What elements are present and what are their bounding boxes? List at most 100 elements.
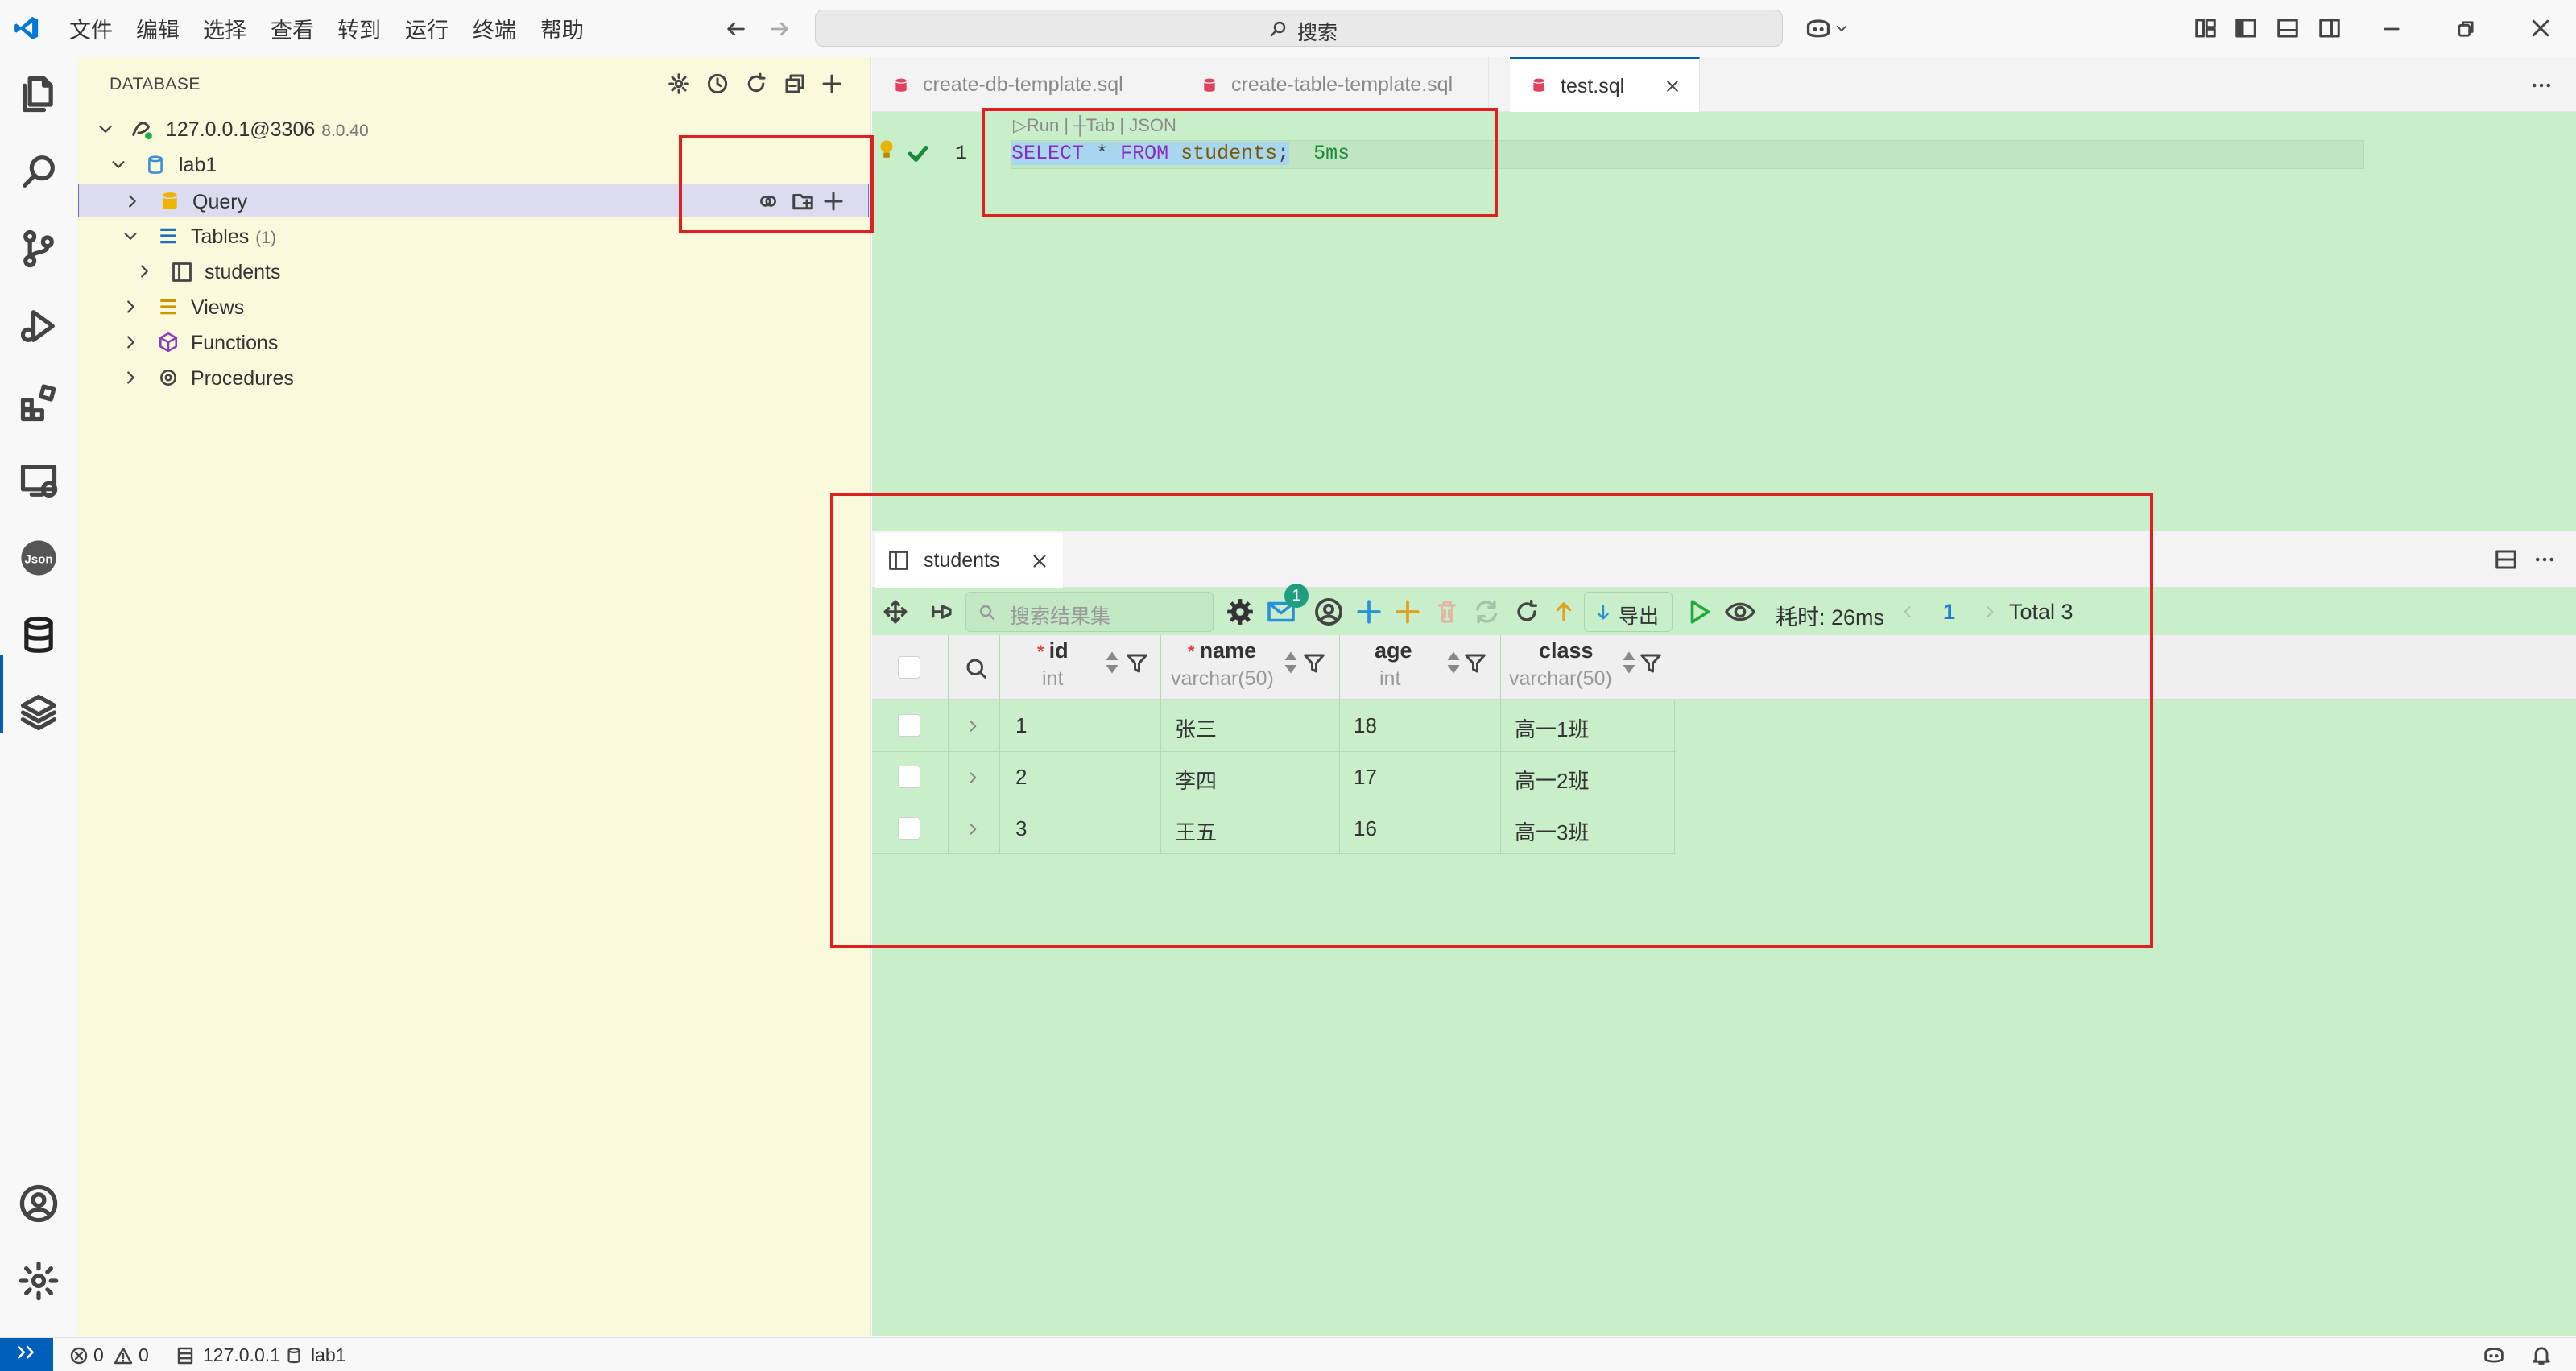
chevron-down-icon <box>124 233 137 240</box>
search-view-icon[interactable] <box>18 151 60 192</box>
accounts-icon[interactable] <box>18 1183 60 1224</box>
toggle-primary-sidebar-icon[interactable] <box>2234 16 2258 40</box>
menu-selection[interactable]: 选择 <box>203 13 246 44</box>
search-icon <box>1270 21 1286 37</box>
database-icon <box>287 1348 300 1364</box>
more-actions-icon[interactable] <box>2529 73 2553 97</box>
warning-count: 0 <box>139 1344 149 1365</box>
tree-procedures[interactable]: Procedures <box>77 361 871 394</box>
activity-bar: Json <box>0 57 76 1336</box>
source-control-icon[interactable] <box>18 228 60 270</box>
json-icon[interactable]: Json <box>18 537 60 579</box>
menu-help[interactable]: 帮助 <box>540 13 584 44</box>
query-icon <box>163 192 177 210</box>
chevron-down-icon <box>112 161 125 168</box>
function-cube-icon <box>159 332 178 353</box>
menu-file[interactable]: 文件 <box>69 13 113 44</box>
explorer-icon[interactable] <box>18 73 60 115</box>
restore-icon[interactable] <box>2454 18 2477 40</box>
connection-icon <box>132 122 152 140</box>
active-indicator <box>0 655 3 733</box>
chevron-right-icon <box>141 265 148 278</box>
menu-terminal[interactable]: 终端 <box>473 13 516 44</box>
settings-gear-icon[interactable] <box>18 1260 60 1302</box>
remote-icon <box>18 1345 34 1359</box>
error-icon <box>70 1347 88 1365</box>
refresh-icon[interactable] <box>744 72 768 96</box>
success-check-icon <box>908 146 928 162</box>
functions-label: Functions <box>191 332 279 354</box>
status-bar: 0 0 127.0.0.1 lab1 <box>0 1337 2576 1371</box>
tables-count: (1) <box>255 229 276 247</box>
settings-icon[interactable] <box>667 72 691 96</box>
copilot-icon[interactable] <box>1804 14 1833 42</box>
sql-file-icon <box>1533 78 1544 92</box>
chevron-right-icon <box>127 371 134 384</box>
procedure-gear-icon <box>160 370 176 386</box>
remote-indicator[interactable] <box>0 1338 53 1371</box>
server-icon <box>177 1347 193 1365</box>
status-db: lab1 <box>311 1344 346 1365</box>
layers-icon[interactable] <box>18 692 60 733</box>
views-label: Views <box>191 296 245 319</box>
customize-layout-icon[interactable] <box>2194 16 2218 40</box>
database-icon[interactable] <box>18 614 60 656</box>
toggle-secondary-sidebar-icon[interactable] <box>2318 16 2342 40</box>
add-connection-icon[interactable] <box>820 72 844 96</box>
annotation-box-results <box>830 493 2153 948</box>
chevron-down-icon[interactable] <box>1834 21 1849 35</box>
toggle-panel-icon[interactable] <box>2276 16 2300 40</box>
database-sidebar: DATABASE 127.0.0.1@3306 8.0.40 lab1 Query… <box>77 57 871 1336</box>
copilot-status-icon[interactable] <box>2482 1344 2506 1366</box>
annotation-box-query-actions <box>679 135 874 233</box>
sidebar-title: DATABASE <box>110 75 201 93</box>
maximize-panel-icon[interactable] <box>2494 547 2518 572</box>
close-window-icon[interactable] <box>2528 16 2553 40</box>
panel-more-icon[interactable] <box>2533 547 2557 572</box>
chevron-right-icon <box>127 300 134 313</box>
menu-edit[interactable]: 编辑 <box>136 13 180 44</box>
views-icon <box>160 299 176 315</box>
tab-create-db-template[interactable]: create-db-template.sql <box>872 57 1180 112</box>
error-count: 0 <box>93 1344 104 1365</box>
command-center-search[interactable]: 搜索 <box>815 10 1783 47</box>
chevron-right-icon <box>127 336 134 349</box>
tab-label: create-table-template.sql <box>1231 73 1453 96</box>
run-debug-icon[interactable] <box>18 305 60 347</box>
chevron-down-icon <box>99 126 112 133</box>
vscode-logo-icon[interactable] <box>13 14 40 42</box>
table-icon <box>172 262 192 282</box>
back-arrow-icon[interactable] <box>725 18 747 40</box>
tables-label: Tables <box>191 225 250 248</box>
title-bar: 文件 编辑 选择 查看 转到 运行 终端 帮助 搜索 <box>0 0 2576 56</box>
tree-table-students[interactable]: students <box>77 254 871 288</box>
forward-arrow-icon[interactable] <box>768 18 791 40</box>
extensions-icon[interactable] <box>18 382 60 424</box>
tree-views[interactable]: Views <box>77 290 871 324</box>
svg-text:Json: Json <box>24 553 52 567</box>
search-placeholder: 搜索 <box>1297 22 1338 44</box>
tab-test-sql[interactable]: test.sql <box>1510 57 1700 112</box>
tables-icon <box>160 228 176 244</box>
remote-explorer-icon[interactable] <box>18 460 60 502</box>
menu-run[interactable]: 运行 <box>405 13 449 44</box>
procedures-label: Procedures <box>191 367 294 390</box>
minimize-icon[interactable] <box>2380 18 2403 40</box>
menu-view[interactable]: 查看 <box>271 13 314 44</box>
database-label: lab1 <box>179 154 217 176</box>
tree-functions[interactable]: Functions <box>77 325 871 359</box>
connection-label: 127.0.0.1@3306 <box>166 118 316 141</box>
close-tab-icon[interactable] <box>1664 78 1681 94</box>
warning-icon <box>114 1347 133 1365</box>
database-icon <box>148 155 163 174</box>
editor-tabs: create-db-template.sql create-table-temp… <box>872 57 2576 112</box>
lightbulb-icon[interactable] <box>878 138 895 163</box>
notifications-bell-icon[interactable] <box>2530 1344 2553 1366</box>
database-status[interactable]: lab1 <box>285 1344 366 1367</box>
history-icon[interactable] <box>705 72 730 96</box>
status-host: 127.0.0.1 <box>203 1344 280 1365</box>
annotation-box-sql <box>982 108 1498 217</box>
collapse-all-icon[interactable] <box>783 72 807 96</box>
menu-go[interactable]: 转到 <box>337 13 381 44</box>
tab-create-table-template[interactable]: create-table-template.sql <box>1180 57 1489 112</box>
